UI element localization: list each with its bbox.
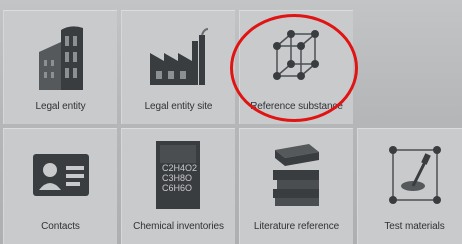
tile-literature-reference[interactable]: Literature reference: [239, 128, 353, 244]
tile-test-materials[interactable]: Test materials: [357, 128, 462, 244]
contact-card-icon: [4, 139, 117, 211]
test-materials-icon: [358, 139, 462, 211]
tile-label: Test materials: [384, 221, 445, 232]
tile-label: Contacts: [41, 221, 80, 232]
dashboard: Legal entity Legal entity site Reference…: [0, 0, 462, 244]
chemical-inventory-icon: C2H4O2 C3H8O C6H6O: [122, 139, 235, 211]
factory-icon: [122, 21, 235, 93]
tile-contacts[interactable]: Contacts: [3, 128, 117, 244]
tile-legal-entity[interactable]: Legal entity: [3, 10, 117, 124]
inventory-formula: C3H8O: [162, 173, 192, 183]
tile-chemical-inventories[interactable]: C2H4O2 C3H8O C6H6O Chemical inventories: [121, 128, 235, 244]
crystal-lattice-icon: [240, 21, 353, 93]
tile-reference-substance[interactable]: Reference substance: [239, 10, 353, 124]
books-icon: [240, 139, 353, 211]
tile-legal-entity-site[interactable]: Legal entity site: [121, 10, 235, 124]
tile-label: Literature reference: [253, 221, 340, 232]
inventory-formula: C6H6O: [162, 183, 192, 193]
tile-label: Chemical inventories: [133, 221, 224, 232]
tile-label: Legal entity: [35, 101, 86, 112]
tile-label: Reference substance: [250, 101, 343, 112]
inventory-formula: C2H4O2: [162, 163, 197, 173]
building-icon: [4, 21, 117, 93]
tile-label: Legal entity site: [144, 101, 213, 112]
